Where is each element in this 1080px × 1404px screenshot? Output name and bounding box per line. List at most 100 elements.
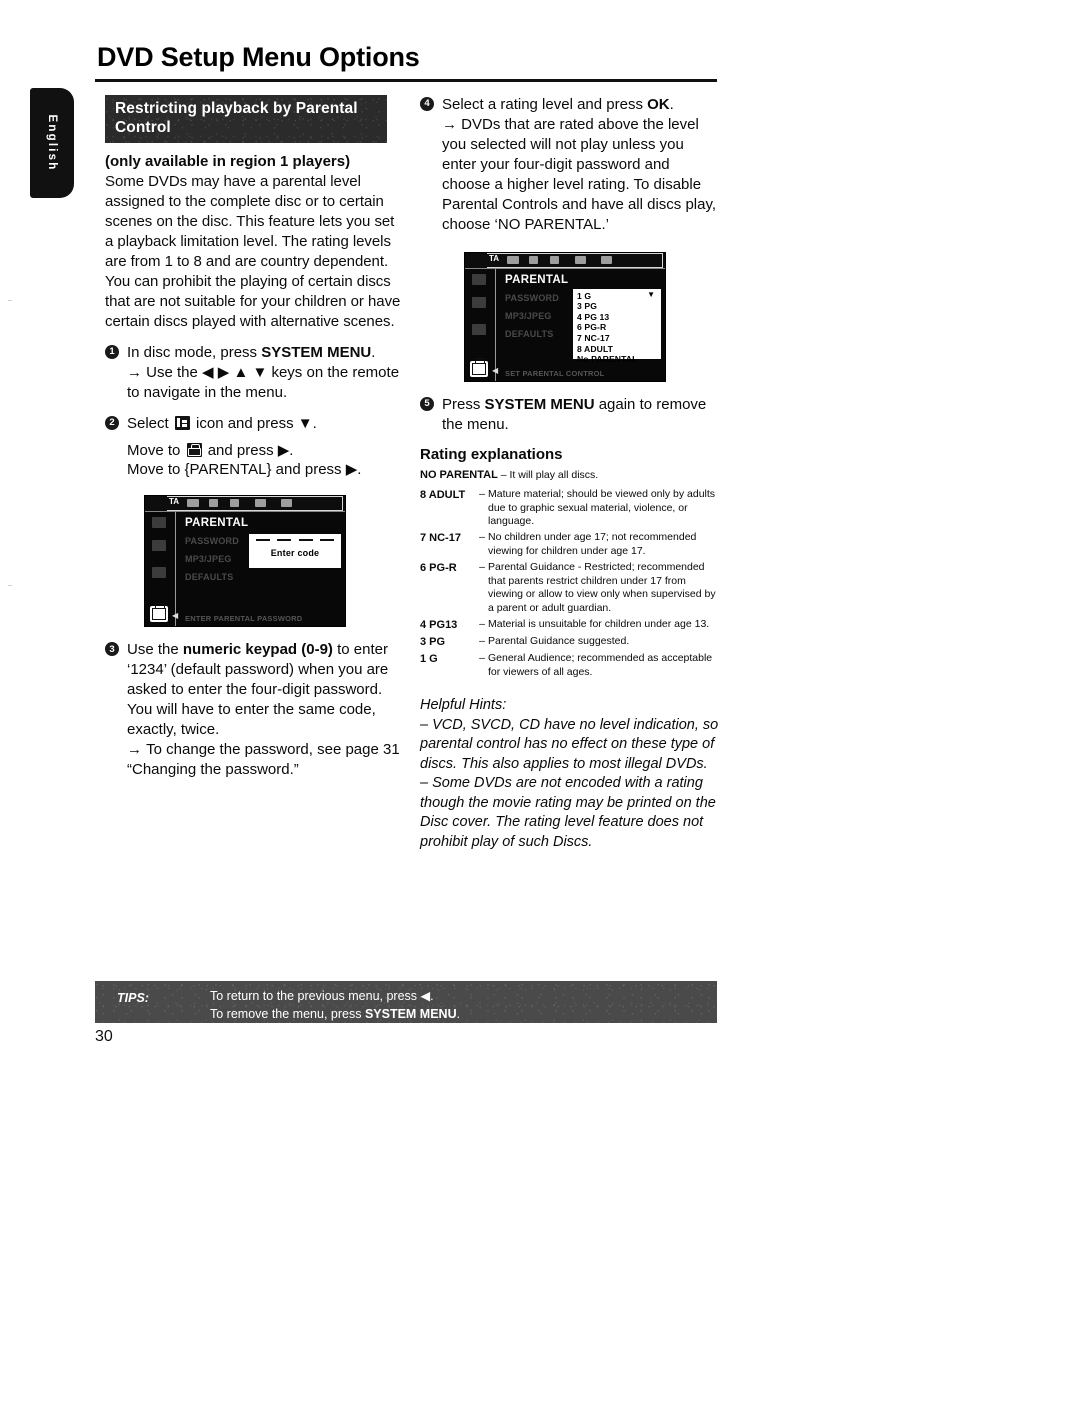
osd-menu-item: PASSWORD [185,536,239,547]
step-2-line3: Move to {PARENTAL} and press ▶. [127,461,362,479]
step-4-arrow-text: DVDs that are rated above the level you … [442,115,717,233]
step-3: 3 Use the numeric keypad (0-9) to enter … [105,640,405,780]
osd-menu-item: DEFAULTS [185,572,234,583]
code-dashes [256,539,334,542]
arrow-icon: → [442,115,457,133]
osd-menu-title: PARENTAL [185,517,249,530]
page-title: DVD Setup Menu Options [97,42,420,72]
osd-sidebar-icon-video [152,567,166,579]
step-1: 1 In disc mode, press SYSTEM MENU. → Use… [105,343,405,403]
rating-row: 3 PG – Parental Guidance suggested. [420,635,720,652]
step-number: 2 [105,415,119,430]
osd-enter-code-popup: Enter code [249,534,341,569]
language-tab-label: English [46,114,58,172]
rating-description: Mature material; should be viewed only b… [488,488,716,527]
scan-edge-mark [8,300,12,301]
osd-icon-play [550,255,559,264]
rating-option[interactable]: 7 NC-17 [577,333,661,344]
rating-dash: – [479,652,485,665]
tv-screenshot-rating-list: TA PARENTAL PASSWORD MP3/JPEG DEFAULTS S… [465,252,665,381]
rating-label: 3 PG [420,636,446,649]
step-2-line2-after: and press ▶. [203,441,294,459]
rating-option[interactable]: 3 PG [577,301,661,312]
step-1-arrow-line: → Use the ◀ ▶ ▲ ▼ keys on the remote to … [127,363,405,403]
rating-dash: – [479,635,485,648]
osd-sidebar-icon-audio [472,296,486,308]
osd-toolbar-label: TA [489,253,500,263]
osd-rating-list-popup: ▼ 1 G 3 PG 4 PG 13 6 PG-R 7 NC-17 8 ADUL… [573,288,661,364]
rating-label: 7 NC-17 [420,532,461,545]
osd-sidebar-icon-general [152,517,166,529]
step-number: 3 [105,642,119,657]
rating-row: 1 G – General Audience; recommended as a… [420,652,720,682]
step-3-text-before: Use the [127,641,183,659]
osd-cursor-icon: ◀ [172,611,179,621]
osd-icon-play [230,499,239,508]
osd-main-panel: PARENTAL PASSWORD MP3/JPEG DEFAULTS SET … [492,269,665,381]
step-3-arrow-line: → To change the password, see page 31 “C… [127,740,405,780]
rating-row: 6 PG-R – Parental Guidance - Restricted;… [420,561,720,618]
osd-main-panel: PARENTAL PASSWORD MP3/JPEG DEFAULTS ENTE… [172,512,345,626]
intro-paragraph: Some DVDs may have a parental level assi… [105,173,401,330]
osd-menu-item: MP3/JPEG [505,310,552,321]
rating-option[interactable]: 4 PG 13 [577,312,661,323]
osd-sidebar-icon-audio [152,540,166,552]
osd-menu-item: DEFAULTS [505,328,554,339]
osd-toolbar: TA [465,252,665,269]
rating-option[interactable]: No PARENTAL [577,354,661,365]
osd-icon-disc [187,499,199,508]
rating-dash: – [479,531,485,544]
osd-icon-forward [281,499,292,508]
rating-dash: – [479,488,485,501]
step-5-text-before: Press [442,395,485,413]
scan-edge-mark [8,585,12,586]
step-4: 4 Select a rating level and press OK. → … [420,95,720,235]
step-2-line2: Move to and press ▶. [127,441,405,461]
step-2-line1-after: icon and press ▼. [191,414,317,432]
osd-menu-item: MP3/JPEG [185,554,232,565]
step-number: 5 [420,396,434,411]
rating-description: It will play all discs. [509,469,599,482]
osd-sidebar-icon-video [472,323,486,335]
rating-option[interactable]: 6 PG-R [577,322,661,333]
ratings-table: 8 ADULT – Mature material; should be vie… [420,488,720,682]
rating-description: General Audience; recommended as accepta… [488,652,713,678]
osd-icon-audio [529,255,538,264]
rating-label: 4 PG13 [420,619,458,632]
ratings-heading: Rating explanations [420,446,563,464]
tv-screenshot-enter-code: TA PARENTAL PASSWORD MP3/JPEG DEFAULTS E… [145,496,345,627]
rating-dash: – [479,561,485,574]
rating-row: 4 PG13 – Material is unsuitable for chil… [420,618,720,635]
preferences-case-icon [186,442,202,457]
code-dash [298,539,313,542]
rating-description: No children under age 17; not recommende… [488,531,697,557]
step-1-arrow-text: Use the ◀ ▶ ▲ ▼ keys on the remote to na… [127,363,400,401]
step-2-line2-before: Move to [127,441,185,459]
step-1-text-after: . [371,343,376,361]
tips-line-2-before: To remove the menu, press [210,1007,365,1022]
rating-dash: – [500,469,507,482]
rating-description: Parental Guidance suggested. [488,635,630,648]
step-4-text-after: . [669,96,674,113]
hint-item: – Some DVDs are not encoded with a ratin… [420,775,716,850]
osd-icon-rewind [575,255,586,264]
tips-banner: TIPS: To return to the previous menu, pr… [95,981,717,1023]
osd-sidebar-icon-preferences-selected [150,603,168,623]
step-1-text-before: In disc mode, press [127,343,262,361]
step-1-bold: SYSTEM MENU [261,343,372,361]
rating-description: Material is unsuitable for children unde… [488,618,710,631]
hints-title: Helpful Hints: [420,697,507,714]
step-2: 2 Select icon and press ▼. Move to and p… [105,414,405,481]
osd-toolbar: TA [145,496,345,513]
tips-lines: To return to the previous menu, press ◀.… [210,987,460,1023]
right-column: 4 Select a rating level and press OK. → … [420,95,720,853]
page-number: 30 [95,1028,113,1045]
rating-option[interactable]: 8 ADULT [577,344,661,355]
language-tab: English [30,88,74,198]
enter-code-label: Enter code [270,548,320,559]
rating-dash: – [479,618,485,631]
rating-row: 8 ADULT – Mature material; should be vie… [420,488,720,531]
code-dash [256,539,270,542]
osd-icon-forward [601,255,612,264]
osd-status-line: ENTER PARENTAL PASSWORD [185,614,303,624]
